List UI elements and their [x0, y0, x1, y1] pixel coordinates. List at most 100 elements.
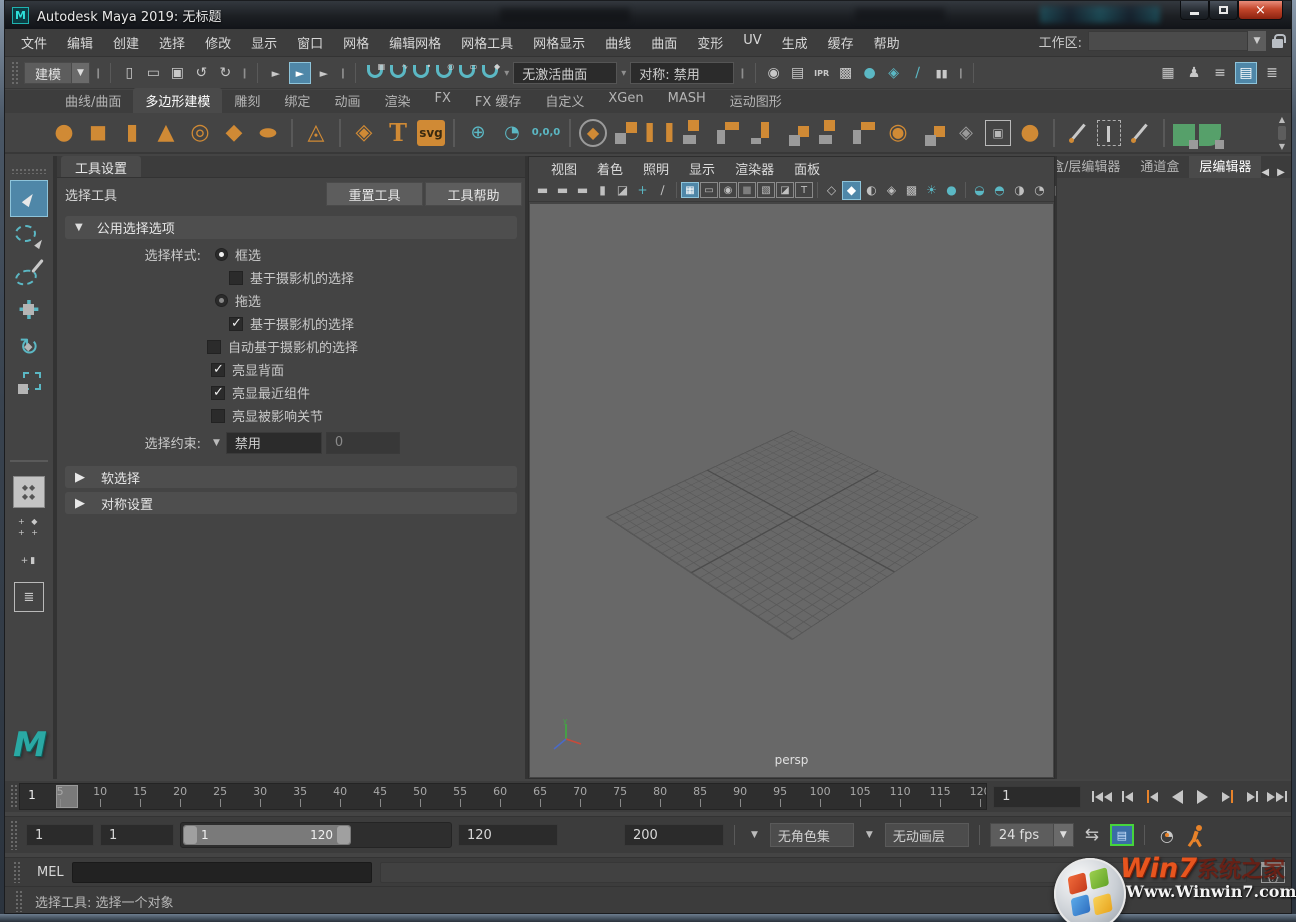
shadows-icon[interactable]: ●: [942, 181, 961, 200]
menu-item[interactable]: 网格显示: [523, 29, 595, 56]
attribute-editor-icon[interactable]: ≡: [1209, 62, 1231, 84]
grid-icon[interactable]: ▦: [681, 182, 699, 198]
gamma-icon[interactable]: ◔: [1030, 181, 1049, 200]
move-tool[interactable]: [10, 291, 48, 328]
collapser-icon[interactable]: ❙: [957, 68, 965, 79]
shelf-tab[interactable]: 渲染: [372, 88, 422, 113]
gate-mask-icon[interactable]: ■: [738, 182, 756, 198]
select-hierarchy-icon[interactable]: ►: [265, 62, 287, 84]
shelf-tab[interactable]: 运动图形: [718, 88, 794, 113]
grid-fill-icon[interactable]: [713, 118, 743, 148]
shelf-tab[interactable]: MASH: [656, 88, 718, 113]
shelf-tab[interactable]: 多边形建模: [133, 88, 222, 113]
camera-attributes-icon[interactable]: ▬: [573, 181, 592, 200]
circularize-icon[interactable]: ◉: [883, 118, 913, 148]
new-scene-icon[interactable]: ▯: [118, 62, 140, 84]
scroll-up-icon[interactable]: ▲: [1279, 115, 1285, 124]
range-handle-right[interactable]: [337, 826, 350, 844]
combine-icon[interactable]: ◆: [579, 119, 607, 147]
four-view-layout-button[interactable]: [13, 476, 45, 508]
shelf-tab[interactable]: 绑定: [272, 88, 322, 113]
go-to-end-button[interactable]: [1266, 785, 1288, 809]
shelf-separator[interactable]: [1163, 119, 1165, 147]
extrude-icon[interactable]: [747, 118, 777, 148]
camera-based-checkbox-2[interactable]: [229, 317, 243, 331]
menu-item[interactable]: 生成: [772, 29, 818, 56]
time-slider-grip[interactable]: [10, 784, 17, 809]
menu-item[interactable]: 网格: [333, 29, 379, 56]
select-object-icon[interactable]: ►: [289, 62, 311, 84]
sweep-mesh-icon[interactable]: ◈: [349, 118, 379, 148]
shelf-tab[interactable]: FX: [422, 88, 462, 113]
minimize-button[interactable]: [1180, 1, 1209, 20]
common-selection-options-section[interactable]: ▼ 公用选择选项: [65, 216, 517, 239]
wireframe-icon[interactable]: ◇: [822, 181, 841, 200]
scene-time-warp-icon[interactable]: ◔: [497, 118, 527, 148]
toolbox-grip[interactable]: [11, 168, 47, 174]
right-panel-tab[interactable]: 层编辑器: [1189, 156, 1261, 178]
range-slider[interactable]: 1 120: [180, 822, 452, 848]
playback-range-bar[interactable]: 1 120: [183, 825, 351, 845]
mirror-icon[interactable]: ▌▐: [645, 118, 675, 148]
shelf-tab[interactable]: FX 缓存: [463, 88, 534, 113]
render-settings-icon[interactable]: ▩: [835, 62, 857, 84]
step-back-frame-button[interactable]: [1116, 785, 1138, 809]
lookdev-icon[interactable]: ◈: [883, 62, 905, 84]
menu-item[interactable]: UV: [733, 29, 771, 56]
exposure-icon[interactable]: ◑: [1010, 181, 1029, 200]
step-back-key-button[interactable]: [1141, 785, 1163, 809]
shelf-tab[interactable]: 雕刻: [222, 88, 272, 113]
snap-to-curve-icon[interactable]: ∿: [386, 62, 408, 84]
menu-item[interactable]: 编辑网格: [379, 29, 451, 56]
playback-end-field[interactable]: 120: [458, 824, 558, 846]
backfaces-checkbox[interactable]: [211, 363, 225, 377]
create-curve-icon[interactable]: [1063, 118, 1093, 148]
viewport-menu-item[interactable]: 着色: [587, 157, 633, 180]
quad-draw-icon[interactable]: [1173, 124, 1195, 146]
xray-icon[interactable]: ◒: [970, 181, 989, 200]
bevel-icon[interactable]: [815, 118, 845, 148]
close-button[interactable]: ×: [1238, 1, 1283, 20]
menu-item[interactable]: 修改: [195, 29, 241, 56]
step-forward-key-button[interactable]: [1216, 785, 1238, 809]
collapser-icon[interactable]: ❙: [339, 68, 347, 79]
channel-box-icon[interactable]: ▤: [1235, 62, 1257, 84]
quadrangulate-icon[interactable]: ◈: [951, 118, 981, 148]
menu-item[interactable]: 选择: [149, 29, 195, 56]
use-all-lights-icon[interactable]: ◈: [882, 181, 901, 200]
svg-tool-icon[interactable]: svg: [417, 120, 445, 146]
bridge-icon[interactable]: [781, 118, 811, 148]
menu-item[interactable]: 文件: [11, 29, 57, 56]
auto-keyframe-runner-icon[interactable]: [1185, 823, 1207, 847]
shelf-tab[interactable]: 曲线/曲面: [53, 88, 133, 113]
outliner-layout-button[interactable]: [14, 582, 44, 612]
viewport-menu-item[interactable]: 渲染器: [725, 157, 784, 180]
playback-loop-icon[interactable]: ⇆: [1080, 825, 1104, 845]
menu-item[interactable]: 曲面: [641, 29, 687, 56]
arrow-left-icon[interactable]: ◀: [1261, 167, 1269, 178]
right-panel-tab[interactable]: 盒/层编辑器: [1057, 156, 1130, 178]
symmetry-field[interactable]: 对称: 禁用: [630, 62, 734, 84]
two-pane-layout-button[interactable]: [14, 546, 44, 576]
menu-item[interactable]: 显示: [241, 29, 287, 56]
constraint-field[interactable]: 禁用: [226, 432, 322, 454]
anim-layer-field[interactable]: 无动画层: [885, 823, 969, 847]
render-view-icon[interactable]: ◉: [763, 62, 785, 84]
toolbar-grip[interactable]: [11, 61, 19, 85]
symmetry-settings-section[interactable]: ▶ 对称设置: [65, 492, 517, 514]
shelf-separator[interactable]: [291, 119, 293, 147]
range-grip[interactable]: [10, 820, 18, 850]
polygon-sphere-icon[interactable]: ●: [49, 118, 79, 148]
current-time-field[interactable]: 1: [993, 786, 1081, 808]
shelf-tab[interactable]: 自定义: [533, 88, 596, 113]
lasso-select-tool[interactable]: [10, 217, 48, 254]
drag-radio[interactable]: [215, 294, 228, 307]
pause-icon[interactable]: ▮▮: [931, 62, 953, 84]
save-scene-icon[interactable]: ▣: [166, 62, 188, 84]
shelf-scrollbar[interactable]: ▲ ▼: [1275, 113, 1289, 153]
character-set-field[interactable]: 无角色集: [770, 823, 854, 847]
go-to-start-button[interactable]: [1091, 785, 1113, 809]
display-toggle-icon[interactable]: ●: [859, 62, 881, 84]
range-handle-left[interactable]: [184, 826, 197, 844]
character-controls-icon[interactable]: ♟: [1183, 62, 1205, 84]
